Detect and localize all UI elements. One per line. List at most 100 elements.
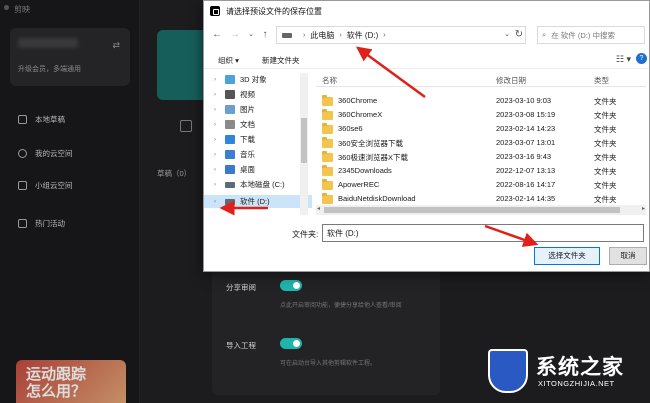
tree-item-videos[interactable]: › 视频 — [204, 88, 312, 101]
watermark-logo-icon — [488, 349, 528, 393]
list-item[interactable]: ApowerREC 2022-08-16 14:17 文件夹 — [316, 179, 646, 192]
tree-item-drive-c[interactable]: › 本地磁盘 (C:) — [204, 178, 312, 191]
watermark-subtext: XITONGZHIJIA.NET — [538, 379, 615, 388]
view-options-icon[interactable]: ☷ ▾ — [616, 54, 631, 65]
expand-chevron-icon[interactable]: › — [210, 107, 220, 113]
tree-item-pictures[interactable]: › 图片 — [204, 103, 312, 116]
cloud-icon — [18, 148, 27, 158]
file-date: 2023-03-10 9:03 — [496, 96, 552, 105]
file-date: 2022-12-07 13:13 — [496, 166, 556, 175]
list-item[interactable]: 360ChromeX 2023-03-08 15:19 文件夹 — [316, 109, 646, 122]
breadcrumb-this-pc[interactable]: 此电脑 — [310, 30, 334, 41]
expand-chevron-icon[interactable]: › — [210, 167, 220, 173]
new-folder-button[interactable]: 新建文件夹 — [262, 55, 300, 66]
expand-chevron-icon[interactable]: › — [210, 137, 220, 143]
column-name[interactable]: 名称 — [322, 75, 337, 86]
documents-icon — [225, 120, 235, 129]
import-project-toggle[interactable] — [280, 338, 302, 349]
team-icon — [18, 180, 27, 190]
file-type: 文件夹 — [594, 139, 617, 148]
address-bar[interactable]: › 此电脑 › 软件 (D:) › — [276, 26, 526, 44]
expand-chevron-icon[interactable]: › — [210, 92, 220, 98]
file-type: 文件夹 — [594, 125, 617, 134]
dialog-titlebar[interactable]: 请选择预设文件的保存位置 — [204, 1, 649, 21]
select-folder-button[interactable]: 选择文件夹 — [534, 247, 600, 265]
tree-label: 文档 — [240, 120, 255, 129]
nav-label: 热门活动 — [35, 218, 65, 228]
breadcrumb-separator-icon[interactable]: › — [383, 32, 385, 39]
file-date: 2023-03-07 13:01 — [496, 138, 556, 147]
video-icon — [225, 90, 235, 99]
capcut-app-icon — [210, 6, 220, 16]
file-type: 文件夹 — [594, 153, 617, 162]
tree-scrollbar[interactable] — [300, 73, 308, 215]
file-date: 2022-08-16 14:17 — [496, 180, 556, 189]
nav-events[interactable]: 热门活动 — [18, 216, 65, 230]
column-type[interactable]: 类型 — [594, 75, 609, 86]
search-input[interactable]: ⌕ 在 软件 (D:) 中搜索 — [537, 26, 645, 44]
tree-item-drive-d[interactable]: › 软件 (D:) — [204, 195, 312, 208]
file-date: 2023-02-14 14:35 — [496, 194, 556, 203]
folder-icon — [322, 123, 333, 134]
user-card[interactable]: ⇄ 升级会员，多端通用 — [10, 28, 130, 86]
navigation-tree: › 3D 对象 › 视频 › 图片 › 文档 › 下载 › 音乐 › 桌面 › 本地磁盘 (C:… — [204, 71, 312, 216]
list-item[interactable]: 360se6 2023-02-14 14:23 文件夹 — [316, 123, 646, 136]
list-scroll-thumb[interactable] — [324, 207, 620, 213]
template-icon[interactable] — [180, 120, 192, 132]
tree-item-3d-objects[interactable]: › 3D 对象 — [204, 73, 312, 86]
help-icon[interactable]: ? — [636, 53, 647, 64]
back-arrow-icon[interactable]: ← — [210, 28, 224, 42]
file-name: 360Chrome — [338, 96, 378, 105]
breadcrumb-separator-icon[interactable]: › — [339, 32, 341, 39]
share-review-label: 分享审阅 — [226, 283, 256, 292]
tree-item-documents[interactable]: › 文档 — [204, 118, 312, 131]
folder-icon — [322, 179, 333, 190]
expand-chevron-icon[interactable]: › — [210, 152, 220, 158]
tree-item-downloads[interactable]: › 下载 — [204, 133, 312, 146]
app-sidebar: 剪映 ⇄ 升级会员，多端通用 本地草稿 我的云空间 小组云空间 热门活动 运动跟… — [0, 0, 140, 403]
list-item[interactable]: 360极速浏览器X下载 2023-03-16 9:43 文件夹 — [316, 151, 646, 164]
drive-icon — [225, 198, 235, 205]
share-review-toggle[interactable] — [280, 280, 302, 291]
drive-icon — [225, 181, 235, 188]
list-item[interactable]: 360安全浏览器下载 2023-03-07 13:01 文件夹 — [316, 137, 646, 150]
tree-scroll-thumb[interactable] — [301, 118, 307, 163]
list-horizontal-scrollbar[interactable]: ◂ ▸ — [316, 205, 646, 215]
up-arrow-icon[interactable]: ↑ — [258, 28, 272, 42]
swap-account-icon[interactable]: ⇄ — [112, 40, 120, 51]
list-item[interactable]: 360Chrome 2023-03-10 9:03 文件夹 — [316, 95, 646, 108]
file-name: ApowerREC — [338, 180, 380, 189]
settings-panel: 分享审阅 点此开启审阅功能，便捷分享给他人查看/审阅 导入工程 可在启动台导入其… — [212, 270, 440, 395]
promo-text: 运动跟踪 怎么用？ — [26, 366, 87, 400]
tree-item-desktop[interactable]: › 桌面 — [204, 163, 312, 176]
tree-item-music[interactable]: › 音乐 — [204, 148, 312, 161]
site-watermark: 系统之家 XITONGZHIJIA.NET — [488, 345, 648, 403]
refresh-icon[interactable]: ↻ — [512, 28, 526, 42]
list-item[interactable]: 2345Downloads 2022-12-07 13:13 文件夹 — [316, 165, 646, 178]
file-name: 2345Downloads — [338, 166, 392, 175]
expand-chevron-icon[interactable]: › — [210, 77, 220, 83]
draft-icon — [18, 114, 27, 124]
user-name-blurred — [18, 38, 78, 48]
promo-banner[interactable]: 运动跟踪 怎么用？ — [16, 360, 126, 403]
nav-local-drafts[interactable]: 本地草稿 — [18, 112, 65, 126]
recent-chevron-icon[interactable]: ⌄ — [244, 28, 258, 42]
expand-chevron-icon[interactable]: › — [210, 182, 220, 188]
organize-button[interactable]: 组织 ▾ — [218, 55, 239, 66]
column-date[interactable]: 修改日期 — [496, 75, 526, 86]
breadcrumb-separator-icon[interactable]: › — [303, 32, 305, 39]
expand-chevron-icon[interactable]: › — [210, 199, 220, 205]
resize-grip-icon[interactable]: ⋰ — [641, 262, 647, 269]
nav-team-cloud[interactable]: 小组云空间 — [18, 178, 73, 192]
forward-arrow-icon[interactable]: → — [228, 28, 242, 42]
breadcrumb-drive-d[interactable]: 软件 (D:) — [347, 30, 379, 41]
scroll-right-icon[interactable]: ▸ — [642, 205, 645, 212]
expand-chevron-icon[interactable]: › — [210, 122, 220, 128]
file-date: 2023-03-16 9:43 — [496, 152, 552, 161]
pc-icon — [282, 32, 292, 38]
folder-name-input[interactable]: 软件 (D:) — [322, 224, 644, 242]
music-icon — [225, 150, 235, 159]
scroll-left-icon[interactable]: ◂ — [317, 205, 320, 212]
tree-label: 下载 — [240, 135, 255, 144]
nav-my-cloud[interactable]: 我的云空间 — [18, 146, 73, 160]
